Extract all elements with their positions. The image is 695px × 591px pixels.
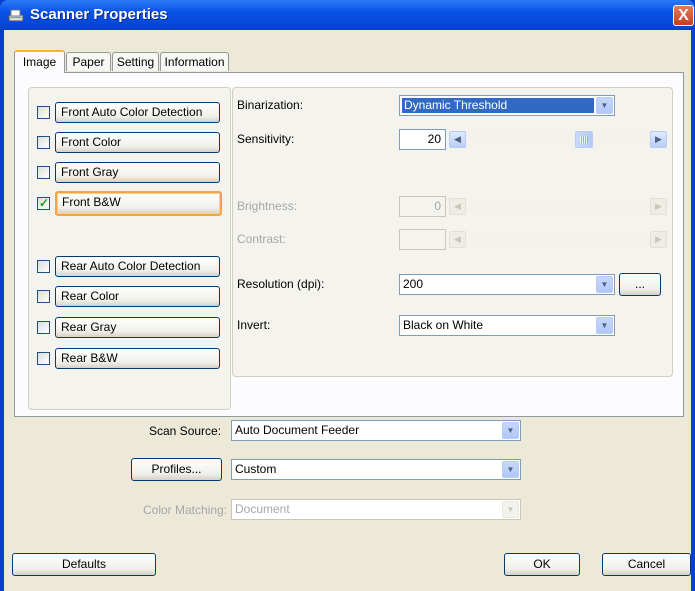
rear-color-button[interactable]: Rear Color (55, 286, 220, 307)
front-color-button[interactable]: Front Color (55, 132, 220, 153)
profile-select[interactable]: Custom ▼ (231, 459, 521, 480)
brightness-label: Brightness: (237, 199, 298, 213)
defaults-button[interactable]: Defaults (12, 553, 156, 576)
arrow-left-icon: ◀ (449, 231, 466, 248)
rear-bw-checkbox[interactable] (37, 352, 50, 365)
color-matching-select: Document ▼ (231, 499, 521, 520)
front-bw-checkbox[interactable]: ✓ (37, 196, 50, 210)
chevron-down-icon[interactable]: ▼ (502, 461, 519, 478)
arrow-left-icon: ◀ (449, 198, 466, 215)
resolution-more-button[interactable]: ... (619, 273, 661, 296)
binarization-label: Binarization: (237, 98, 304, 112)
chevron-down-icon[interactable]: ▼ (502, 422, 519, 439)
sensitivity-slider[interactable]: ◀ ▶ (449, 131, 667, 148)
ok-button[interactable]: OK (504, 553, 580, 576)
scan-source-select[interactable]: Auto Document Feeder ▼ (231, 420, 521, 441)
front-gray-button[interactable]: Front Gray (55, 162, 220, 183)
sensitivity-value[interactable]: 20 (399, 129, 446, 150)
image-settings-group: Binarization: Dynamic Threshold ▼ Sensit… (232, 87, 673, 377)
brightness-value: 0 (399, 196, 446, 217)
scanner-properties-window: Scanner Properties X Image Paper Setting… (0, 0, 695, 591)
contrast-value (399, 229, 446, 250)
slider-thumb[interactable] (575, 131, 593, 148)
contrast-label: Contrast: (237, 232, 286, 246)
sensitivity-label: Sensitivity: (237, 132, 295, 146)
chevron-down-icon[interactable]: ▼ (596, 97, 613, 114)
chevron-down-icon: ▼ (502, 501, 519, 518)
invert-select[interactable]: Black on White ▼ (399, 315, 615, 336)
brightness-slider: ◀ ▶ (449, 198, 667, 215)
resolution-label: Resolution (dpi): (237, 277, 325, 291)
profiles-button[interactable]: Profiles... (131, 458, 222, 481)
contrast-slider: ◀ ▶ (449, 231, 667, 248)
rear-auto-color-button[interactable]: Rear Auto Color Detection (55, 256, 220, 277)
close-icon[interactable]: X (673, 5, 694, 26)
arrow-left-icon[interactable]: ◀ (449, 131, 466, 148)
rear-auto-color-checkbox[interactable] (37, 260, 50, 273)
window-title: Scanner Properties (30, 6, 168, 23)
tab-paper[interactable]: Paper (66, 52, 111, 71)
arrow-right-icon: ▶ (650, 231, 667, 248)
invert-label: Invert: (237, 318, 271, 332)
arrow-right-icon: ▶ (650, 198, 667, 215)
chevron-down-icon[interactable]: ▼ (596, 276, 613, 293)
front-color-checkbox[interactable] (37, 136, 50, 149)
scan-source-label: Scan Source: (149, 424, 222, 438)
title-bar[interactable]: Scanner Properties X (0, 0, 695, 30)
cancel-button[interactable]: Cancel (602, 553, 691, 576)
tab-information[interactable]: Information (160, 52, 229, 71)
tab-image[interactable]: Image (14, 50, 65, 73)
checkmark-icon: ✓ (39, 196, 50, 210)
arrow-right-icon[interactable]: ▶ (650, 131, 667, 148)
image-tab-panel: Front Auto Color Detection Front Color F… (14, 72, 684, 417)
color-matching-label: Color Matching: (143, 503, 228, 517)
dialog-body: Image Paper Setting Information Front Au… (4, 30, 691, 591)
binarization-select[interactable]: Dynamic Threshold ▼ (399, 95, 615, 116)
front-auto-color-button[interactable]: Front Auto Color Detection (55, 102, 220, 123)
front-gray-checkbox[interactable] (37, 166, 50, 179)
resolution-select[interactable]: 200 ▼ (399, 274, 615, 295)
front-auto-color-checkbox[interactable] (37, 106, 50, 119)
front-bw-button[interactable]: Front B&W (55, 191, 222, 216)
scanner-icon (8, 9, 24, 22)
chevron-down-icon[interactable]: ▼ (596, 317, 613, 334)
image-type-group: Front Auto Color Detection Front Color F… (28, 87, 231, 410)
rear-bw-button[interactable]: Rear B&W (55, 348, 220, 369)
rear-color-checkbox[interactable] (37, 290, 50, 303)
rear-gray-button[interactable]: Rear Gray (55, 317, 220, 338)
tab-setting[interactable]: Setting (112, 52, 159, 71)
rear-gray-checkbox[interactable] (37, 321, 50, 334)
